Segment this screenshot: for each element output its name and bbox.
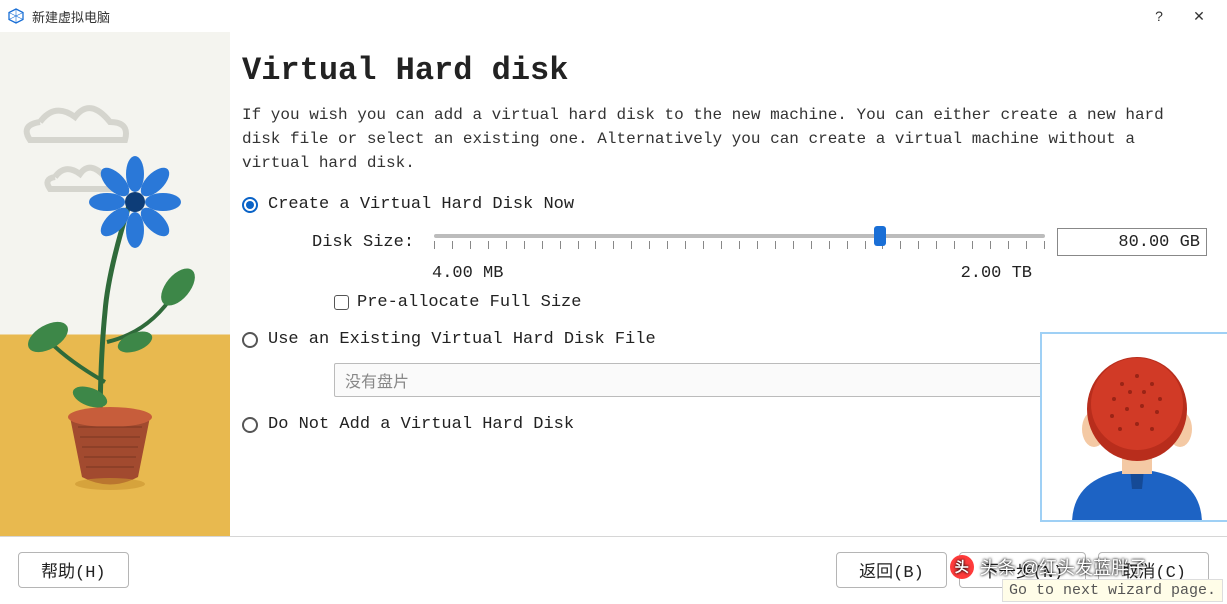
slider-max-label: 2.00 TB	[961, 264, 1032, 283]
preallocate-row[interactable]: Pre-allocate Full Size	[334, 293, 1207, 312]
disk-size-row: Disk Size:	[312, 228, 1207, 256]
next-tooltip: Go to next wizard page.	[1002, 579, 1223, 602]
dropdown-selected: 没有盘片	[345, 368, 409, 392]
slider-range-labels: 4.00 MB 2.00 TB	[432, 264, 1032, 283]
help-button[interactable]: ?	[1139, 0, 1179, 32]
slider-min-label: 4.00 MB	[432, 264, 503, 283]
radio-use-existing[interactable]	[242, 332, 258, 348]
help-button-footer[interactable]: 帮助(H)	[18, 552, 129, 588]
page-description: If you wish you can add a virtual hard d…	[242, 103, 1207, 175]
watermark-icon: 头	[950, 555, 974, 579]
wizard-sidebar	[0, 32, 230, 536]
disk-size-input[interactable]	[1057, 228, 1207, 256]
page-title: Virtual Hard disk	[242, 52, 1207, 89]
option-create-now[interactable]: Create a Virtual Hard Disk Now	[242, 195, 1207, 214]
titlebar: 新建虚拟电脑 ? ✕	[0, 0, 1227, 32]
main-area: Virtual Hard disk If you wish you can ad…	[0, 32, 1227, 536]
label-do-not-add: Do Not Add a Virtual Hard Disk	[268, 415, 574, 434]
sidebar-illustration	[0, 32, 230, 536]
label-create-now: Create a Virtual Hard Disk Now	[268, 195, 574, 214]
watermark-text: 头条 @红头发蓝胖子	[980, 554, 1147, 580]
window-title: 新建虚拟电脑	[32, 7, 1139, 26]
watermark: 头 头条 @红头发蓝胖子	[950, 554, 1147, 580]
avatar-overlay	[1040, 332, 1227, 522]
label-use-existing: Use an Existing Virtual Hard Disk File	[268, 330, 656, 349]
close-button[interactable]: ✕	[1179, 0, 1219, 32]
radio-create-now[interactable]	[242, 197, 258, 213]
app-icon	[8, 8, 24, 24]
disk-size-slider[interactable]	[434, 234, 1045, 251]
preallocate-checkbox[interactable]	[334, 295, 349, 310]
radio-do-not-add[interactable]	[242, 417, 258, 433]
existing-file-dropdown[interactable]: 没有盘片 ▾	[334, 363, 1094, 397]
preallocate-label: Pre-allocate Full Size	[357, 293, 581, 312]
back-button[interactable]: 返回(B)	[836, 552, 947, 588]
wizard-content: Virtual Hard disk If you wish you can ad…	[230, 32, 1227, 536]
disk-size-label: Disk Size:	[312, 233, 422, 252]
